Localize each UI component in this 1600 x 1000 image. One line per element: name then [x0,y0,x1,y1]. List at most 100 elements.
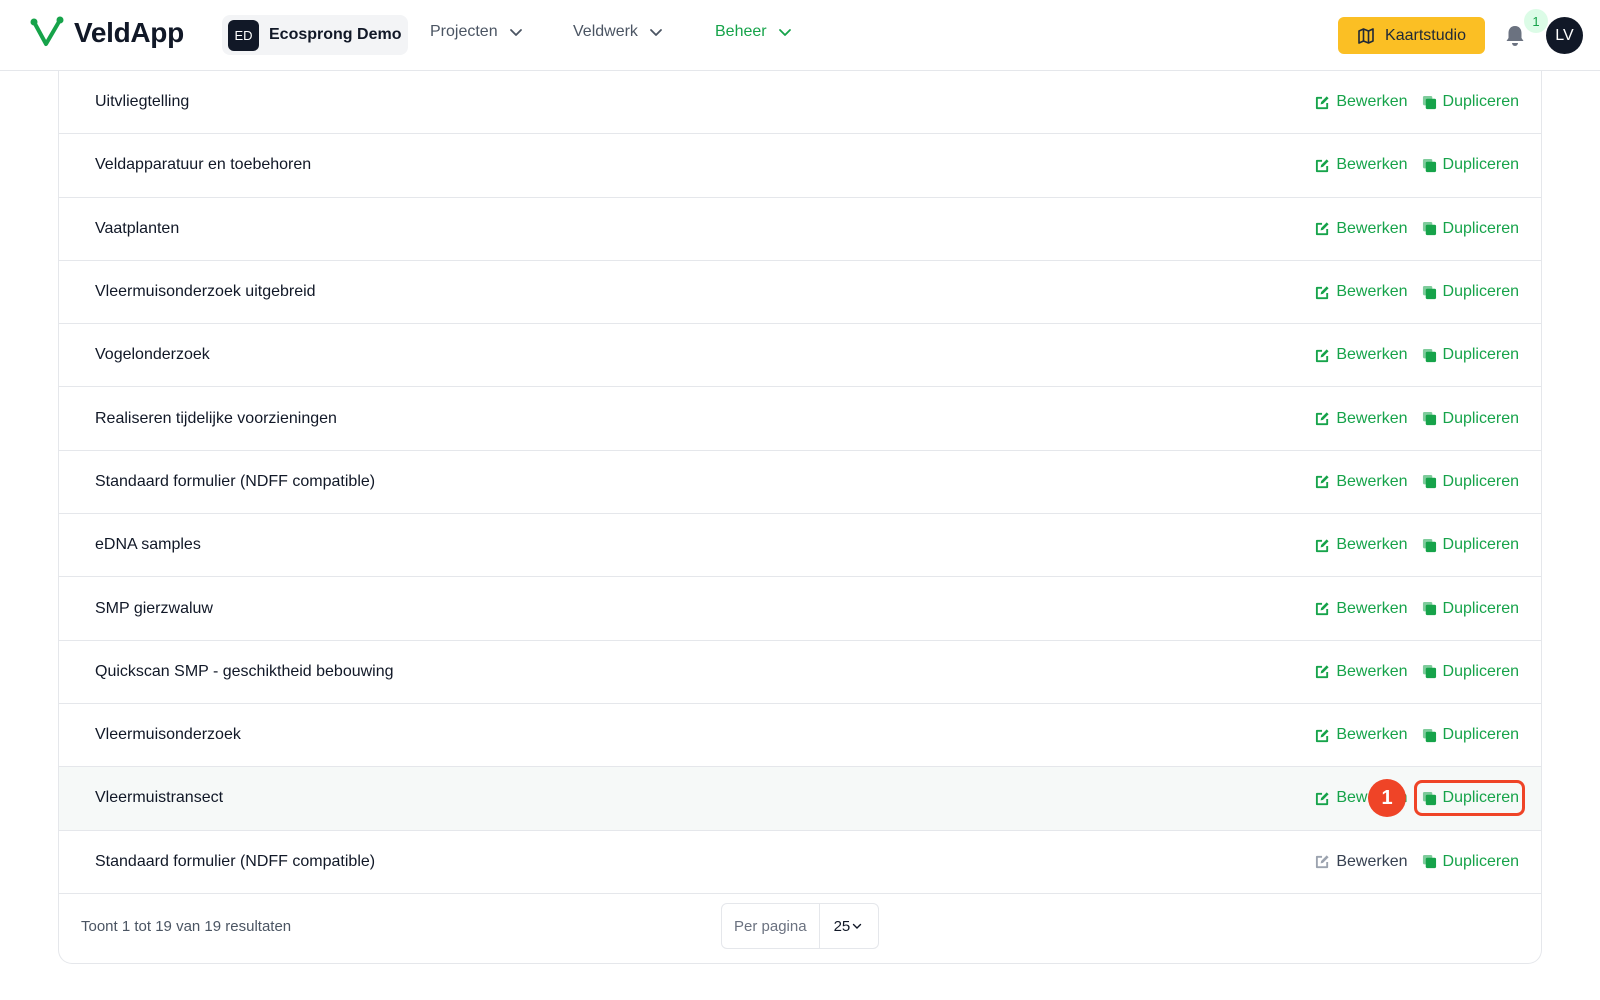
edit-label: Bewerken [1336,409,1408,427]
row-name: Vleermuisonderzoek [95,726,241,744]
edit-label: Bewerken [1336,662,1408,680]
row-name: Standaard formulier (NDFF compatible) [95,472,376,490]
duplicate-label: Dupliceren [1442,789,1519,807]
table-footer: Toont 1 tot 19 van 19 resultaten Per pag… [59,889,1541,963]
edit-button[interactable]: Bewerken [1315,599,1408,618]
edit-label: Bewerken [1336,283,1408,301]
row-name: Vleermuistransect [95,789,224,807]
copy-icon [1422,285,1436,299]
row-name: Realiseren tijdelijke voorzieningen [95,409,337,427]
edit-button[interactable]: Bewerken [1315,409,1408,428]
row-actions: Bewerken Dupliceren [1315,198,1519,260]
nav-projecten[interactable]: Projecten [430,23,524,41]
chevron-down-icon [778,29,791,36]
top-navigation-bar: VeldApp ED Ecosprong Demo Projecten Veld… [0,0,1600,71]
edit-icon [1316,792,1329,805]
duplicate-label: Dupliceren [1442,726,1519,744]
row-actions: Bewerken Dupliceren [1315,704,1519,766]
edit-label: Bewerken [1336,93,1408,111]
edit-icon [1316,855,1329,869]
kaartstudio-button[interactable]: Kaartstudio [1338,17,1485,54]
duplicate-label: Dupliceren [1442,409,1519,427]
copy-icon [1422,412,1436,426]
row-actions: Bewerken Dupliceren [1315,831,1519,893]
edit-icon [1316,475,1329,489]
edit-button[interactable]: Bewerken [1315,219,1408,238]
step-marker: 1 [1368,779,1406,818]
duplicate-label: Dupliceren [1442,346,1519,364]
duplicate-button[interactable]: Dupliceren [1422,726,1519,744]
duplicate-button[interactable]: Dupliceren [1422,410,1519,428]
edit-button[interactable]: Bewerken [1315,156,1408,174]
table-row: eDNA samples Bewerken Dupliceren [59,514,1541,578]
duplicate-label: Dupliceren [1442,219,1519,237]
edit-button[interactable]: Bewerken [1315,346,1408,364]
duplicate-button[interactable]: Dupliceren [1422,473,1519,491]
table-row: SMP gierzwaluw Bewerken Dupliceren [59,577,1541,641]
copy-icon [1422,348,1436,362]
chevron-down-icon [509,29,522,36]
per-page-select[interactable]: 25 [820,918,863,935]
nav-veldwerk[interactable]: Veldwerk [573,23,664,41]
bell-icon[interactable] [1504,24,1526,48]
per-page-control: Per pagina 25 [721,903,879,949]
edit-button[interactable]: Bewerken [1315,536,1408,554]
table-row-highlighted: Vleermuistransect Bewerken Dupliceren 1 [59,767,1541,831]
row-name: Vleermuisonderzoek uitgebreid [95,283,316,301]
notification-count-badge: 1 [1524,9,1548,33]
edit-button[interactable]: Bewerken [1315,662,1408,681]
copy-icon [1422,222,1436,236]
duplicate-button[interactable]: Dupliceren [1422,283,1519,301]
edit-button[interactable]: Bewerken [1315,726,1408,744]
user-avatar[interactable]: LV [1546,17,1583,54]
duplicate-button[interactable]: Dupliceren [1422,600,1519,618]
organization-switcher[interactable]: ED Ecosprong Demo [222,15,408,55]
edit-button[interactable]: Bewerken [1315,93,1408,111]
duplicate-label: Dupliceren [1442,599,1519,617]
edit-icon [1316,222,1329,236]
duplicate-button[interactable]: Dupliceren [1422,93,1519,111]
nav-label: Veldwerk [573,23,638,40]
edit-label: Bewerken [1336,599,1408,617]
edit-icon [1316,96,1329,109]
copy-icon [1422,538,1436,552]
org-name: Ecosprong Demo [269,26,402,43]
duplicate-label: Dupliceren [1442,156,1519,174]
duplicate-button[interactable]: Dupliceren [1422,346,1519,364]
edit-label: Bewerken [1336,852,1408,870]
row-name: Quickscan SMP - geschiktheid bebouwing [95,662,394,680]
duplicate-button[interactable]: Dupliceren [1422,536,1519,554]
duplicate-button[interactable]: Dupliceren [1422,853,1519,871]
table-row: Realiseren tijdelijke voorzieningen Bewe… [59,387,1541,451]
duplicate-button[interactable]: Dupliceren [1422,220,1519,238]
veldapp-logo-icon [30,16,64,46]
table-row: Veldapparatuur en toebehoren Bewerken Du… [59,134,1541,198]
edit-label: Bewerken [1336,219,1408,237]
edit-icon [1316,349,1329,362]
kaartstudio-label: Kaartstudio [1385,26,1466,44]
app-logo[interactable]: VeldApp [30,16,184,50]
duplicate-button[interactable]: Dupliceren [1422,663,1519,681]
edit-button[interactable]: Bewerken [1315,283,1408,301]
row-name: Standaard formulier (NDFF compatible) [95,852,376,870]
duplicate-label: Dupliceren [1442,93,1519,111]
row-actions: Bewerken Dupliceren [1315,451,1519,513]
edit-button[interactable]: Bewerken [1315,473,1408,491]
org-initials-badge: ED [228,19,259,51]
duplicate-button[interactable]: Dupliceren [1413,780,1526,817]
row-actions: Bewerken Dupliceren [1315,767,1526,829]
duplicate-button[interactable]: Dupliceren [1422,156,1519,174]
copy-icon [1422,855,1436,869]
table-row: Standaard formulier (NDFF compatible) Be… [59,451,1541,515]
nav-beheer[interactable]: Beheer [715,23,793,41]
row-actions: Bewerken Dupliceren [1315,514,1519,576]
copy-icon [1422,601,1436,616]
edit-button[interactable]: Bewerken [1315,852,1408,871]
duplicate-label: Dupliceren [1442,472,1519,490]
duplicate-label: Dupliceren [1442,662,1519,680]
edit-label: Bewerken [1336,346,1408,364]
nav-label: Beheer [715,23,767,40]
per-page-value: 25 [833,917,851,935]
forms-table-card: Uitvliegtelling Bewerken Dupliceren Veld… [58,71,1542,964]
edit-icon [1316,285,1329,299]
